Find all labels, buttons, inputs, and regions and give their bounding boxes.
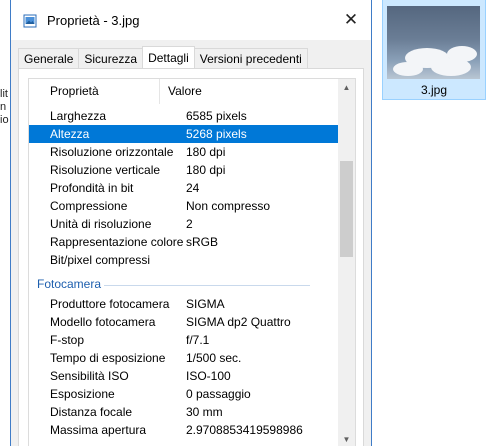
properties-dialog: Proprietà - 3.jpg ✕ Generale Sicurezza D… bbox=[10, 0, 372, 446]
explorer-left-text: lit n io bbox=[0, 88, 9, 126]
row-property: Compressione bbox=[50, 199, 128, 213]
scroll-up-button[interactable]: ▲ bbox=[338, 79, 355, 96]
list-row-tempo-esposizione[interactable]: Tempo di esposizione 1/500 sec. bbox=[29, 349, 342, 367]
list-row-risoluzione-orizzontale[interactable]: Risoluzione orizzontale 180 dpi bbox=[29, 143, 342, 161]
tab-versioni-precedenti[interactable]: Versioni precedenti bbox=[193, 48, 308, 68]
file-thumbnail[interactable] bbox=[387, 6, 480, 79]
row-value: Non compresso bbox=[186, 199, 271, 213]
row-value: 30 mm bbox=[186, 405, 223, 419]
details-panel: Proprietà Valore Larghezza 6585 pixels A… bbox=[18, 68, 364, 446]
row-property: Rappresentazione colore bbox=[50, 235, 184, 249]
list-row-risoluzione-verticale[interactable]: Risoluzione verticale 180 dpi bbox=[29, 161, 342, 179]
row-property: Produttore fotocamera bbox=[50, 297, 170, 311]
file-name-label[interactable]: 3.jpg bbox=[382, 83, 486, 97]
tab-strip: Generale Sicurezza Dettagli Versioni pre… bbox=[18, 46, 308, 68]
row-value: 6585 pixels bbox=[186, 109, 247, 123]
window-title: Proprietà - 3.jpg bbox=[47, 13, 140, 28]
list-row-massima-apertura[interactable]: Massima apertura 2.9708853419598986 bbox=[29, 421, 342, 439]
row-property: Sensibilità ISO bbox=[50, 369, 129, 383]
chevron-down-icon: ▼ bbox=[342, 435, 351, 444]
row-property: Bit/pixel compressi bbox=[50, 253, 151, 267]
tab-sicurezza[interactable]: Sicurezza bbox=[78, 48, 144, 68]
list-row-profondita-bit[interactable]: Profondità in bit 24 bbox=[29, 179, 342, 197]
list-row-unita-risoluzione[interactable]: Unità di risoluzione 2 bbox=[29, 215, 342, 233]
row-value: SIGMA bbox=[186, 297, 225, 311]
list-rows: Larghezza 6585 pixels Altezza 5268 pixel… bbox=[29, 107, 342, 439]
list-row-esposizione[interactable]: Esposizione 0 passaggio bbox=[29, 385, 342, 403]
column-header-property[interactable]: Proprietà bbox=[50, 84, 99, 98]
column-divider[interactable] bbox=[159, 79, 160, 104]
row-value: 2.9708853419598986 bbox=[186, 423, 303, 437]
row-property: Risoluzione verticale bbox=[50, 163, 161, 177]
list-header: Proprietà Valore bbox=[29, 79, 342, 104]
row-property: Massima apertura bbox=[50, 423, 147, 437]
row-property: Tempo di esposizione bbox=[50, 351, 166, 365]
list-row-compressione[interactable]: Compressione Non compresso bbox=[29, 197, 342, 215]
row-property: Esposizione bbox=[50, 387, 115, 401]
list-row-bit-pixel-compressi[interactable]: Bit/pixel compressi bbox=[29, 251, 342, 269]
vertical-scrollbar[interactable]: ▲ ▼ bbox=[338, 79, 355, 446]
row-value: f/7.1 bbox=[186, 333, 210, 347]
close-icon: ✕ bbox=[343, 10, 359, 29]
image-file-icon bbox=[23, 14, 37, 28]
group-title: Fotocamera bbox=[37, 277, 102, 291]
row-property: Profondità in bit bbox=[50, 181, 134, 195]
tab-dettagli[interactable]: Dettagli bbox=[142, 46, 195, 68]
list-row-produttore-fotocamera[interactable]: Produttore fotocamera SIGMA bbox=[29, 295, 342, 313]
list-row-larghezza[interactable]: Larghezza 6585 pixels bbox=[29, 107, 342, 125]
group-header-fotocamera[interactable]: Fotocamera bbox=[29, 269, 342, 295]
tab-generale[interactable]: Generale bbox=[18, 48, 80, 68]
list-row-sensibilita-iso[interactable]: Sensibilità ISO ISO-100 bbox=[29, 367, 342, 385]
row-property: Risoluzione orizzontale bbox=[50, 145, 174, 159]
row-value: 180 dpi bbox=[186, 145, 226, 159]
scroll-thumb[interactable] bbox=[340, 161, 353, 257]
title-bar[interactable]: Proprietà - 3.jpg ✕ bbox=[11, 0, 371, 40]
row-property: Distanza focale bbox=[50, 405, 133, 419]
list-row-altezza[interactable]: Altezza 5268 pixels bbox=[29, 125, 342, 143]
row-value: 24 bbox=[186, 181, 200, 195]
row-value: 2 bbox=[186, 217, 193, 231]
close-button[interactable]: ✕ bbox=[331, 0, 371, 40]
column-header-value[interactable]: Valore bbox=[168, 84, 202, 98]
row-property: F-stop bbox=[50, 333, 85, 347]
row-property: Altezza bbox=[50, 127, 90, 141]
row-value: 5268 pixels bbox=[186, 127, 247, 141]
list-row-distanza-focale[interactable]: Distanza focale 30 mm bbox=[29, 403, 342, 421]
row-value: 1/500 sec. bbox=[186, 351, 242, 365]
row-property: Modello fotocamera bbox=[50, 315, 156, 329]
row-property: Larghezza bbox=[50, 109, 107, 123]
chevron-up-icon: ▲ bbox=[342, 83, 351, 92]
explorer-left-pane: lit n io bbox=[0, 0, 10, 446]
row-property: Unità di risoluzione bbox=[50, 217, 152, 231]
row-value: 0 passaggio bbox=[186, 387, 251, 401]
scroll-down-button[interactable]: ▼ bbox=[338, 431, 355, 446]
list-row-f-stop[interactable]: F-stop f/7.1 bbox=[29, 331, 342, 349]
row-value: ISO-100 bbox=[186, 369, 231, 383]
group-divider bbox=[104, 285, 310, 286]
list-row-rappresentazione-colore[interactable]: Rappresentazione colore sRGB bbox=[29, 233, 342, 251]
properties-list[interactable]: Proprietà Valore Larghezza 6585 pixels A… bbox=[28, 78, 356, 446]
list-row-modello-fotocamera[interactable]: Modello fotocamera SIGMA dp2 Quattro bbox=[29, 313, 342, 331]
row-value: SIGMA dp2 Quattro bbox=[186, 315, 291, 329]
row-value: 180 dpi bbox=[186, 163, 226, 177]
row-value: sRGB bbox=[186, 235, 219, 249]
